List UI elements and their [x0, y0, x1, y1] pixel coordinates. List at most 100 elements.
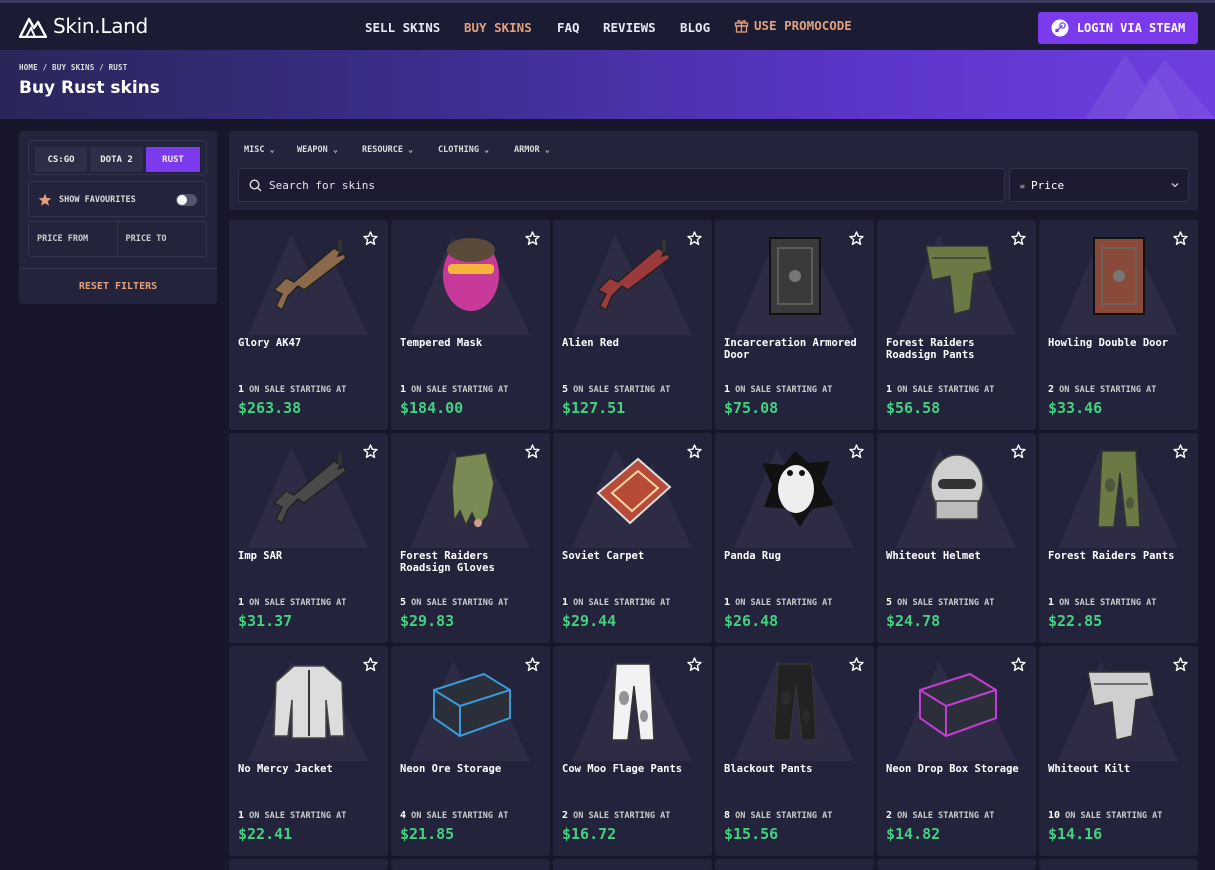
favourite-star-icon[interactable] [1173, 657, 1188, 672]
favourite-star-icon[interactable] [1173, 231, 1188, 246]
item-price: $22.41 [238, 825, 293, 843]
item-card[interactable]: Incarceration Armored Door 1 ON SALE STA… [715, 220, 874, 430]
item-name: Howling Double Door [1048, 337, 1169, 349]
favourite-star-icon[interactable] [1011, 657, 1026, 672]
nav-blog[interactable]: BLOG [680, 20, 710, 35]
item-sale-count: 2 [562, 810, 569, 821]
chevron-down-icon: ⌄ [269, 145, 275, 155]
item-sale-count: 1 [562, 597, 569, 608]
item-card[interactable]: Blackout Pants 8 ON SALE STARTING AT $15… [715, 646, 874, 856]
price-range [28, 221, 207, 257]
item-sale-label: ON SALE STARTING AT [1059, 598, 1157, 608]
favourite-star-icon[interactable] [849, 231, 864, 246]
favourite-star-icon[interactable] [525, 444, 540, 459]
item-name: Alien Red [562, 337, 619, 349]
hero-banner: HOME / BUY SKINS / RUST Buy Rust skins [0, 50, 1215, 119]
item-price: $14.16 [1048, 825, 1103, 843]
favourite-star-icon[interactable] [849, 657, 864, 672]
login-via-steam-button[interactable]: LOGIN VIA STEAM [1038, 12, 1198, 44]
reset-filters-button[interactable]: RESET FILTERS [19, 268, 217, 304]
item-card-partial[interactable] [1039, 859, 1198, 870]
favourite-star-icon[interactable] [525, 231, 540, 246]
item-card-partial[interactable] [391, 859, 550, 870]
favourite-star-icon[interactable] [1011, 444, 1026, 459]
show-favourites-toggle[interactable] [176, 194, 197, 206]
favourite-star-icon[interactable] [1173, 444, 1188, 459]
nav-reviews[interactable]: REVIEWS [603, 20, 656, 35]
item-name: Whiteout Kilt [1048, 763, 1131, 775]
item-sale-count: 5 [886, 597, 893, 608]
item-card[interactable]: Whiteout Kilt 10 ON SALE STARTING AT $14… [1039, 646, 1198, 856]
item-sale-info: 5 ON SALE STARTING AT [886, 597, 994, 608]
item-card-partial[interactable] [229, 859, 388, 870]
price-from-input[interactable] [29, 222, 118, 256]
item-sale-info: 2 ON SALE STARTING AT [562, 810, 670, 821]
category-weapon[interactable]: WEAPON ⌄ [297, 145, 338, 155]
item-sale-count: 1 [886, 384, 893, 395]
category-armor[interactable]: ARMOR ⌄ [514, 145, 550, 155]
sort-value: Price [1031, 179, 1065, 192]
item-price: $75.08 [724, 399, 779, 417]
pants-icon [611, 663, 655, 741]
item-card-partial[interactable] [877, 859, 1036, 870]
box-icon [919, 672, 997, 738]
favourite-star-icon[interactable] [687, 657, 702, 672]
game-tab-csgo[interactable]: CS:GO [35, 147, 88, 172]
item-card[interactable]: Cow Moo Flage Pants 2 ON SALE STARTING A… [553, 646, 712, 856]
item-card[interactable]: Forest Raiders Roadsign Pants 1 ON SALE … [877, 220, 1036, 430]
item-sale-label: ON SALE STARTING AT [411, 811, 509, 821]
favourite-star-icon[interactable] [687, 444, 702, 459]
nav-use-promocode[interactable]: USE PROMOCODE [734, 18, 852, 33]
game-tab-dota2[interactable]: DOTA 2 [90, 147, 144, 172]
item-card[interactable]: Howling Double Door 2 ON SALE STARTING A… [1039, 220, 1198, 430]
favourite-star-icon[interactable] [687, 231, 702, 246]
item-card[interactable]: No Mercy Jacket 1 ON SALE STARTING AT $2… [229, 646, 388, 856]
favourite-star-icon[interactable] [363, 231, 378, 246]
item-price: $33.46 [1048, 399, 1103, 417]
item-card[interactable]: Panda Rug 1 ON SALE STARTING AT $26.48 [715, 433, 874, 643]
item-price: $16.72 [562, 825, 617, 843]
box-icon [433, 672, 511, 738]
door-icon [1093, 237, 1145, 315]
nav-faq[interactable]: FAQ [557, 20, 580, 35]
item-card[interactable]: Neon Ore Storage 4 ON SALE STARTING AT $… [391, 646, 550, 856]
search-input[interactable] [269, 169, 989, 201]
item-sale-label: ON SALE STARTING AT [411, 598, 509, 608]
game-tab-rust[interactable]: RUST [146, 147, 200, 172]
item-card[interactable]: Forest Raiders Roadsign Gloves 5 ON SALE… [391, 433, 550, 643]
category-resource[interactable]: RESOURCE ⌄ [362, 145, 413, 155]
price-to-input[interactable] [117, 222, 206, 256]
nav-buy-skins[interactable]: BUY SKINS [464, 20, 532, 35]
item-card[interactable]: Imp SAR 1 ON SALE STARTING AT $31.37 [229, 433, 388, 643]
item-card[interactable]: Alien Red 5 ON SALE STARTING AT $127.51 [553, 220, 712, 430]
category-clothing[interactable]: CLOTHING ⌄ [438, 145, 489, 155]
item-card[interactable]: Forest Raiders Pants 1 ON SALE STARTING … [1039, 433, 1198, 643]
favourite-star-icon[interactable] [849, 444, 864, 459]
show-favourites-row[interactable]: SHOW FAVOURITES [28, 181, 207, 217]
category-misc[interactable]: MISC ⌄ [244, 145, 275, 155]
item-name: Incarceration Armored Door [724, 337, 857, 361]
item-name: Imp SAR [238, 550, 283, 562]
item-card[interactable]: Neon Drop Box Storage 2 ON SALE STARTING… [877, 646, 1036, 856]
item-card-partial[interactable] [553, 859, 712, 870]
item-sale-info: 1 ON SALE STARTING AT [238, 597, 346, 608]
favourite-star-icon[interactable] [363, 444, 378, 459]
nav-sell-skins[interactable]: SELL SKINS [365, 20, 440, 35]
item-name: Soviet Carpet [562, 550, 645, 562]
sort-select[interactable]: ≡ Price [1009, 168, 1189, 202]
steam-icon [1051, 19, 1069, 37]
item-card[interactable]: Soviet Carpet 1 ON SALE STARTING AT $29.… [553, 433, 712, 643]
item-name: No Mercy Jacket [238, 763, 333, 775]
favourite-star-icon[interactable] [525, 657, 540, 672]
star-filled-icon [38, 193, 52, 206]
item-sale-count: 8 [724, 810, 731, 821]
item-card-partial[interactable] [715, 859, 874, 870]
item-sale-info: 1 ON SALE STARTING AT [886, 384, 994, 395]
item-sale-count: 5 [400, 597, 407, 608]
item-card[interactable]: Tempered Mask 1 ON SALE STARTING AT $184… [391, 220, 550, 430]
favourite-star-icon[interactable] [1011, 231, 1026, 246]
item-card[interactable]: Glory AK47 1 ON SALE STARTING AT $263.38 [229, 220, 388, 430]
top-navbar: Skin.Land SELL SKINS BUY SKINS FAQ REVIE… [0, 0, 1215, 50]
favourite-star-icon[interactable] [363, 657, 378, 672]
item-card[interactable]: Whiteout Helmet 5 ON SALE STARTING AT $2… [877, 433, 1036, 643]
